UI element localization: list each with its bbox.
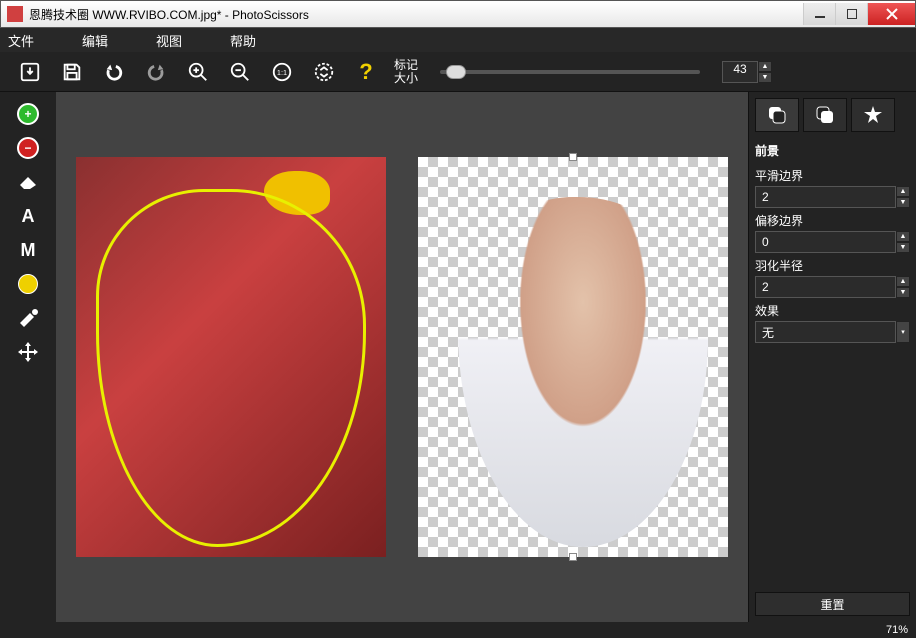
feather-label: 羽化半径 — [755, 257, 910, 274]
toolbar: 1:1 ? 标记 大小 43 ▲▼ — [0, 52, 916, 92]
zoom-fit-button[interactable] — [310, 58, 338, 86]
crop-handle-top[interactable] — [569, 153, 577, 161]
undo-button[interactable] — [100, 58, 128, 86]
app-icon — [7, 6, 23, 22]
tab-background[interactable] — [803, 98, 847, 132]
zoom-actual-button[interactable]: 1:1 — [268, 58, 296, 86]
titlebar: 恩腾技术圈 WWW.RVIBO.COM.jpg* - PhotoScissors — [0, 0, 916, 28]
window-controls — [803, 3, 915, 25]
tab-foreground[interactable] — [755, 98, 799, 132]
menu-view[interactable]: 视图 — [156, 31, 182, 50]
statusbar: 71% — [0, 622, 916, 638]
background-mark-tool[interactable]: − — [10, 134, 46, 162]
save-button[interactable] — [58, 58, 86, 86]
auto-tool[interactable]: A — [10, 202, 46, 230]
offset-label: 偏移边界 — [755, 212, 910, 229]
manual-tool[interactable]: M — [10, 236, 46, 264]
help-button[interactable]: ? — [352, 58, 380, 86]
left-toolbox: + − A M — [0, 92, 56, 622]
result-image — [418, 157, 728, 557]
menubar: 文件 编辑 视图 帮助 — [0, 28, 916, 52]
color-pick-tool[interactable] — [10, 270, 46, 298]
mark-size-slider[interactable] — [440, 70, 700, 74]
open-button[interactable] — [16, 58, 44, 86]
feather-input[interactable]: 2 — [755, 276, 896, 298]
close-button[interactable] — [867, 3, 915, 25]
zoom-out-button[interactable] — [226, 58, 254, 86]
redo-button[interactable] — [142, 58, 170, 86]
window-title: 恩腾技术圈 WWW.RVIBO.COM.jpg* - PhotoScissors — [29, 6, 803, 23]
smooth-input[interactable]: 2 — [755, 186, 896, 208]
effect-label: 效果 — [755, 302, 910, 319]
menu-edit[interactable]: 编辑 — [82, 31, 108, 50]
menu-file[interactable]: 文件 — [8, 31, 34, 50]
svg-text:1:1: 1:1 — [277, 67, 287, 76]
maximize-button[interactable] — [835, 3, 867, 25]
menu-help[interactable]: 帮助 — [230, 31, 256, 50]
mark-size-stepper[interactable]: ▲▼ — [758, 61, 772, 83]
section-title: 前景 — [755, 142, 910, 159]
smooth-stepper[interactable]: ▲▼ — [896, 186, 910, 208]
mark-size-input[interactable]: 43 — [722, 61, 758, 83]
main-area: + − A M 前景 平滑边界 2 — [0, 92, 916, 622]
panel-tabs — [755, 98, 910, 132]
effect-dropdown[interactable]: ▾ — [896, 321, 910, 343]
canvas-container — [56, 92, 748, 622]
crop-handle-bottom[interactable] — [569, 553, 577, 561]
zoom-level: 71% — [886, 624, 908, 636]
reset-button[interactable]: 重置 — [755, 592, 910, 616]
eraser-tool[interactable] — [10, 168, 46, 196]
foreground-mark-tool[interactable]: + — [10, 100, 46, 128]
result-canvas[interactable] — [404, 98, 742, 616]
tab-effects[interactable] — [851, 98, 895, 132]
mark-size-label: 标记 大小 — [394, 59, 418, 85]
zoom-in-button[interactable] — [184, 58, 212, 86]
offset-stepper[interactable]: ▲▼ — [896, 231, 910, 253]
properties-panel: 前景 平滑边界 2 ▲▼ 偏移边界 0 ▲▼ 羽化半径 2 ▲▼ 效果 无 ▾ … — [748, 92, 916, 622]
effect-select[interactable]: 无 — [755, 321, 896, 343]
source-canvas[interactable] — [62, 98, 400, 616]
source-image — [76, 157, 386, 557]
move-tool[interactable] — [10, 338, 46, 366]
smooth-label: 平滑边界 — [755, 167, 910, 184]
feather-stepper[interactable]: ▲▼ — [896, 276, 910, 298]
minimize-button[interactable] — [803, 3, 835, 25]
brush-tool[interactable] — [10, 304, 46, 332]
offset-input[interactable]: 0 — [755, 231, 896, 253]
